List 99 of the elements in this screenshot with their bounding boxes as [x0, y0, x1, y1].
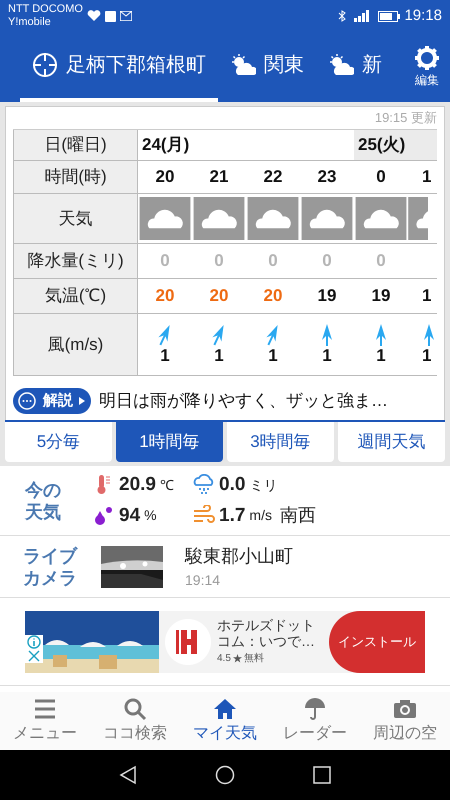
- wind-speed-value: 1: [322, 346, 332, 366]
- cloud-icon: [301, 197, 353, 240]
- app-rating: 4.5: [217, 652, 231, 666]
- droplets-icon: [93, 504, 115, 527]
- nav-tab[interactable]: マイ天気: [180, 692, 270, 750]
- row-header: 風(m/s): [14, 314, 137, 376]
- reading-value: 94: [119, 504, 140, 528]
- camera-location: 駿東郡小山町: [185, 544, 293, 568]
- location-tab[interactable]: 関東: [218, 32, 316, 102]
- wind-arrow-icon: [266, 324, 280, 346]
- hour-value: 22: [264, 166, 282, 188]
- hour-value: 20: [156, 166, 174, 188]
- precipitation-value: 0: [160, 250, 170, 272]
- home-icon: [212, 696, 238, 722]
- hour-value: 1: [422, 166, 432, 188]
- speech-bubble-icon: [17, 391, 37, 411]
- nav-tab[interactable]: メニュー: [0, 692, 90, 750]
- reading-unit: %: [144, 506, 157, 526]
- row-header: 天気: [14, 194, 137, 244]
- gear-icon: [414, 45, 440, 71]
- wind-arrow-icon: [158, 324, 172, 346]
- reading-value: 20.9: [119, 473, 156, 497]
- back-icon: [119, 765, 137, 785]
- interval-tab[interactable]: 3時間毎: [227, 422, 334, 462]
- app-icon: [104, 10, 116, 22]
- temperature-value: 20: [156, 285, 174, 308]
- app-name: ホテルズドットコム：いつで…: [217, 617, 316, 649]
- wind-speed-value: 1: [268, 346, 278, 366]
- interval-tab[interactable]: 1時間毎: [116, 422, 223, 462]
- carrier-name: Y!mobile: [8, 16, 52, 29]
- app-logo-icon: [176, 628, 200, 656]
- hour-value: 21: [210, 166, 228, 188]
- home-button-icon: [215, 765, 235, 785]
- install-button[interactable]: インストール: [329, 610, 425, 672]
- wind-arrow-icon: [374, 324, 388, 346]
- reading-unit: ミリ: [249, 476, 278, 495]
- commentary-button[interactable]: 解説: [13, 388, 91, 414]
- hour-value: 0: [376, 166, 386, 188]
- wind-direction: 南西: [280, 504, 316, 528]
- row-header: 降水量(ミリ): [14, 244, 137, 279]
- temperature-value: 19: [372, 285, 390, 308]
- heart-icon: [86, 10, 101, 22]
- cloud-sun-icon: [328, 53, 354, 77]
- interval-tab[interactable]: 5分毎: [5, 422, 112, 462]
- temperature-value: 20: [210, 285, 228, 308]
- battery-icon: [378, 10, 400, 22]
- wind-speed-value: 1: [214, 346, 224, 366]
- reading-value: 1.7: [219, 504, 246, 528]
- bluetooth-icon: [338, 10, 346, 22]
- wind-arrow-icon: [422, 324, 436, 346]
- nav-tab[interactable]: ココ検索: [90, 692, 180, 750]
- star-icon: [232, 654, 242, 663]
- cloud-icon: [247, 197, 299, 240]
- update-time: 19:15 更新: [374, 109, 437, 128]
- row-header: 気温(℃): [14, 279, 137, 314]
- day-label: 24(月): [142, 134, 190, 156]
- cloud-sun-icon: [230, 53, 256, 77]
- wind-speed-value: 1: [160, 346, 170, 366]
- row-header: 時間(時): [14, 161, 137, 194]
- crosshair-icon: [32, 52, 58, 78]
- reading-value: 0.0: [219, 473, 246, 497]
- info-icon: [27, 634, 41, 648]
- caret-icon: [79, 397, 85, 405]
- precipitation-value: 0: [376, 250, 386, 272]
- temperature-value: 20: [264, 285, 282, 308]
- hour-value: 23: [318, 166, 336, 188]
- precipitation-value: 0: [268, 250, 278, 272]
- rain-cloud-icon: [193, 474, 215, 496]
- section-label: 今の天気: [25, 478, 62, 522]
- precipitation-value: 0: [214, 250, 224, 272]
- forecast-commentary: 明日は雨が降りやすく、ザッと強ま…: [99, 390, 388, 412]
- mail-icon: [120, 11, 132, 21]
- section-label: ライブカメラ: [23, 544, 79, 588]
- wind-arrow-icon: [212, 324, 226, 346]
- day-label: 25(火): [358, 134, 406, 156]
- reading-unit: m/s: [249, 506, 272, 526]
- app-price: 無料: [244, 652, 264, 666]
- umbrella-icon: [302, 696, 328, 722]
- signal-icon: [354, 10, 370, 22]
- temperature-value: 1: [422, 285, 432, 308]
- temperature-value: 19: [318, 285, 336, 308]
- camera-time: 19:14: [185, 570, 222, 590]
- precipitation-value: 0: [322, 250, 332, 272]
- cloud-icon: [193, 197, 245, 240]
- nav-tab[interactable]: レーダー: [270, 692, 360, 750]
- recent-apps-icon: [313, 766, 331, 784]
- row-header: 日(曜日): [14, 130, 137, 161]
- wind-speed-value: 1: [422, 346, 432, 366]
- wind-speed-value: 1: [376, 346, 386, 366]
- cloud-icon: [139, 197, 191, 240]
- close-icon: [27, 648, 41, 662]
- carrier-name: NTT DOCOMO: [8, 3, 83, 16]
- location-tab[interactable]: 新: [316, 32, 394, 102]
- reading-unit: ℃: [160, 476, 174, 495]
- clock-time: 19:18: [404, 6, 442, 26]
- wind-arrow-icon: [320, 324, 334, 346]
- nav-tab[interactable]: 周辺の空: [360, 692, 450, 750]
- search-icon: [122, 696, 148, 722]
- interval-tab[interactable]: 週間天気: [338, 422, 445, 462]
